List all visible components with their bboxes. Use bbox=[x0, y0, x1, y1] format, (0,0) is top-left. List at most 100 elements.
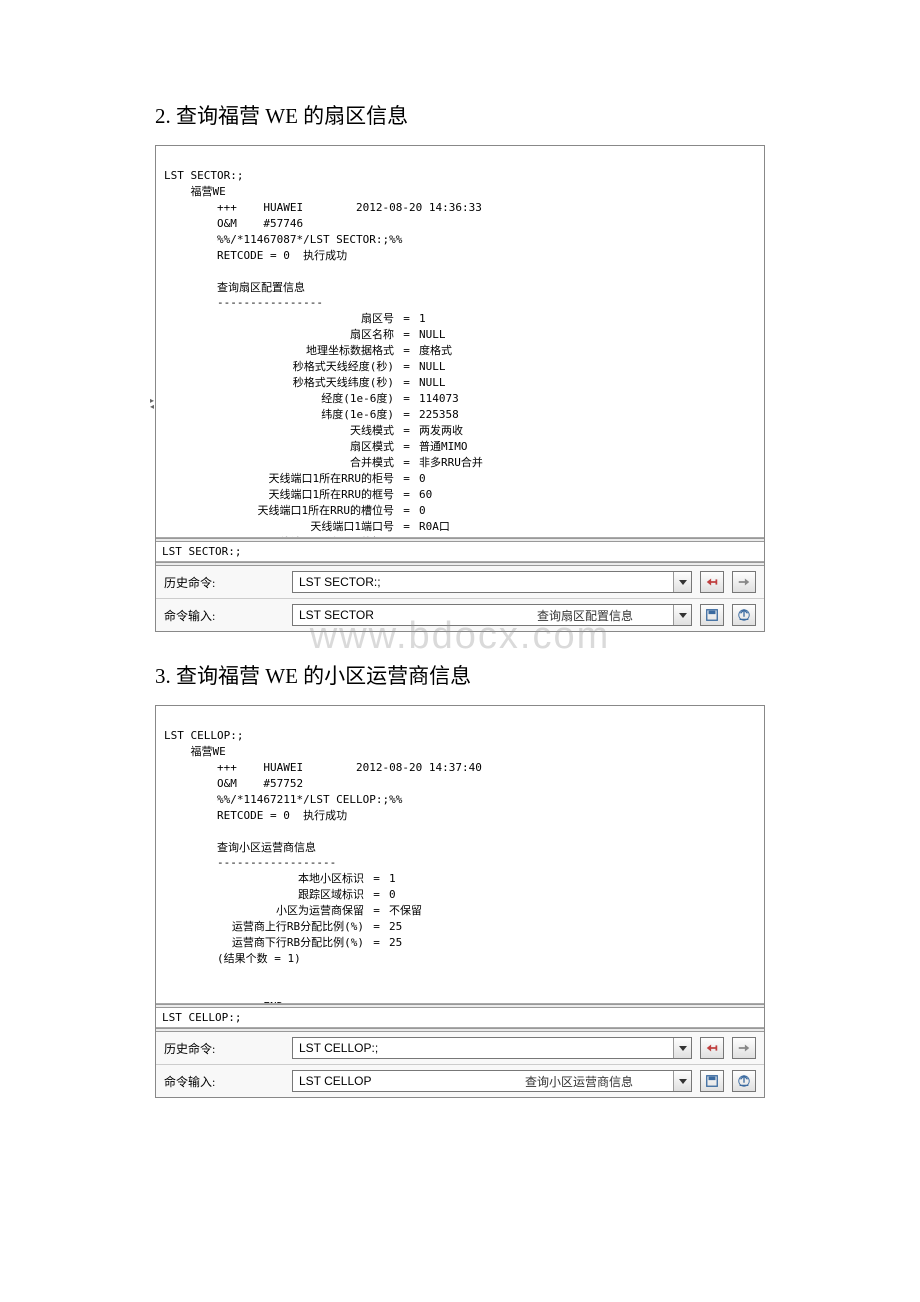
table-row: 扇区号=1 bbox=[164, 311, 756, 327]
s2-count: (结果个数 = 1) bbox=[164, 952, 301, 965]
table-row: 运营商下行RB分配比例(%)=25 bbox=[164, 935, 756, 951]
kv-eq: = bbox=[399, 407, 414, 423]
kv-eq: = bbox=[369, 919, 384, 935]
kv-key: 运营商上行RB分配比例(%) bbox=[164, 919, 369, 935]
kv-val: 25 bbox=[384, 935, 402, 951]
history-row: 历史命令: LST SECTOR:; bbox=[156, 566, 764, 598]
history-combo[interactable]: LST SECTOR:; bbox=[292, 571, 692, 593]
s1-divider: ---------------- bbox=[164, 296, 323, 309]
back-button[interactable] bbox=[700, 571, 724, 593]
s1-site: 福营WE bbox=[164, 185, 226, 198]
forward-button[interactable] bbox=[732, 1037, 756, 1059]
kv-key: 扇区名称 bbox=[164, 327, 399, 343]
table-row: 扇区名称=NULL bbox=[164, 327, 756, 343]
kv-key: 小区为运营商保留 bbox=[164, 903, 369, 919]
input-row: 命令输入: LST CELLOP 查询小区运营商信息 bbox=[156, 1064, 764, 1097]
table-row: 扇区模式=普通MIMO bbox=[164, 439, 756, 455]
kv-eq: = bbox=[399, 311, 414, 327]
input-combo[interactable]: LST CELLOP 查询小区运营商信息 bbox=[292, 1070, 692, 1092]
history-label: 历史命令: bbox=[164, 574, 284, 591]
table-row: 天线端口1所在RRU的框号=60 bbox=[164, 487, 756, 503]
chevron-down-icon[interactable] bbox=[673, 605, 691, 625]
chevron-down-icon[interactable] bbox=[673, 1038, 691, 1058]
table-row: 经度(1e-6度)=114073 bbox=[164, 391, 756, 407]
side-marks: ▸◂ bbox=[150, 398, 154, 410]
kv-key: 天线端口1所在RRU的槽位号 bbox=[164, 503, 399, 519]
kv-eq: = bbox=[399, 327, 414, 343]
kv-eq: = bbox=[399, 439, 414, 455]
table-row: 小区为运营商保留=不保留 bbox=[164, 903, 756, 919]
section1-title: 2. 查询福营 WE 的扇区信息 bbox=[155, 100, 765, 130]
kv-eq: = bbox=[399, 391, 414, 407]
s1-retcode: RETCODE = 0 执行成功 bbox=[164, 249, 347, 262]
run-button[interactable] bbox=[732, 1070, 756, 1092]
run-button[interactable] bbox=[732, 604, 756, 626]
history-combo[interactable]: LST CELLOP:; bbox=[292, 1037, 692, 1059]
input-row: 命令输入: LST SECTOR 查询扇区配置信息 bbox=[156, 598, 764, 631]
s2-meta2: O&M #57752 bbox=[164, 777, 303, 790]
kv-key: 扇区模式 bbox=[164, 439, 399, 455]
s2-end: --- END bbox=[164, 1000, 283, 1004]
kv-key: 扇区号 bbox=[164, 311, 399, 327]
table-row: 天线端口1所在RRU的槽位号=0 bbox=[164, 503, 756, 519]
kv-key: 地理坐标数据格式 bbox=[164, 343, 399, 359]
kv-key: 经度(1e-6度) bbox=[164, 391, 399, 407]
kv-eq: = bbox=[399, 343, 414, 359]
kv-val: 1 bbox=[414, 311, 426, 327]
chevron-down-icon[interactable] bbox=[673, 572, 691, 592]
kv-val: 0 bbox=[414, 471, 426, 487]
table-row: 天线端口1所在RRU的柜号=0 bbox=[164, 471, 756, 487]
table-row: 天线端口2所在RRU的柜号=0 bbox=[164, 535, 756, 539]
kv-eq: = bbox=[369, 935, 384, 951]
input-label: 命令输入: bbox=[164, 607, 284, 624]
s1-cmd: LST SECTOR:; bbox=[164, 169, 243, 182]
kv-key: 秒格式天线纬度(秒) bbox=[164, 375, 399, 391]
s2-echo: %%/*11467211*/LST CELLOP:;%% bbox=[164, 793, 402, 806]
section2-output: LST CELLOP:; 福营WE +++ HUAWEI 2012-08-20 … bbox=[156, 706, 764, 1004]
input-value: LST SECTOR bbox=[293, 608, 537, 622]
input-combo[interactable]: LST SECTOR 查询扇区配置信息 bbox=[292, 604, 692, 626]
kv-eq: = bbox=[399, 487, 414, 503]
s1-meta1: +++ HUAWEI 2012-08-20 14:36:33 bbox=[164, 201, 482, 214]
s2-cmd: LST CELLOP:; bbox=[164, 729, 243, 742]
forward-button[interactable] bbox=[732, 571, 756, 593]
table-row: 本地小区标识=1 bbox=[164, 871, 756, 887]
kv-eq: = bbox=[369, 887, 384, 903]
kv-key: 秒格式天线经度(秒) bbox=[164, 359, 399, 375]
kv-val: 0 bbox=[414, 535, 426, 539]
table-row: 天线端口1端口号=R0A口 bbox=[164, 519, 756, 535]
table-row: 运营商上行RB分配比例(%)=25 bbox=[164, 919, 756, 935]
input-value: LST CELLOP bbox=[293, 1074, 525, 1088]
table-row: 天线模式=两发两收 bbox=[164, 423, 756, 439]
input-desc: 查询小区运营商信息 bbox=[525, 1073, 673, 1090]
kv-eq: = bbox=[399, 519, 414, 535]
kv-eq: = bbox=[399, 423, 414, 439]
kv-eq: = bbox=[369, 903, 384, 919]
kv-val: 225358 bbox=[414, 407, 459, 423]
table-row: 秒格式天线经度(秒)=NULL bbox=[164, 359, 756, 375]
history-value: LST SECTOR:; bbox=[293, 575, 673, 589]
input-label: 命令输入: bbox=[164, 1073, 284, 1090]
table-row: 地理坐标数据格式=度格式 bbox=[164, 343, 756, 359]
section1-panel: LST SECTOR:; 福营WE +++ HUAWEI 2012-08-20 … bbox=[155, 145, 765, 632]
chevron-down-icon[interactable] bbox=[673, 1071, 691, 1091]
kv-val: 普通MIMO bbox=[414, 439, 468, 455]
s2-retcode: RETCODE = 0 执行成功 bbox=[164, 809, 347, 822]
history-row: 历史命令: LST CELLOP:; bbox=[156, 1032, 764, 1064]
input-desc: 查询扇区配置信息 bbox=[537, 607, 673, 624]
kv-eq: = bbox=[399, 471, 414, 487]
kv-key: 天线端口1所在RRU的框号 bbox=[164, 487, 399, 503]
table-row: 合并模式=非多RRU合并 bbox=[164, 455, 756, 471]
kv-val: NULL bbox=[414, 359, 446, 375]
history-label: 历史命令: bbox=[164, 1040, 284, 1057]
save-button[interactable] bbox=[700, 1070, 724, 1092]
kv-val: 不保留 bbox=[384, 903, 422, 919]
kv-eq: = bbox=[399, 535, 414, 539]
kv-key: 天线端口1端口号 bbox=[164, 519, 399, 535]
table-row: 纬度(1e-6度)=225358 bbox=[164, 407, 756, 423]
back-button[interactable] bbox=[700, 1037, 724, 1059]
s1-result-title: 查询扇区配置信息 bbox=[164, 281, 305, 294]
save-button[interactable] bbox=[700, 604, 724, 626]
section1-output: LST SECTOR:; 福营WE +++ HUAWEI 2012-08-20 … bbox=[156, 146, 764, 538]
kv-key: 本地小区标识 bbox=[164, 871, 369, 887]
